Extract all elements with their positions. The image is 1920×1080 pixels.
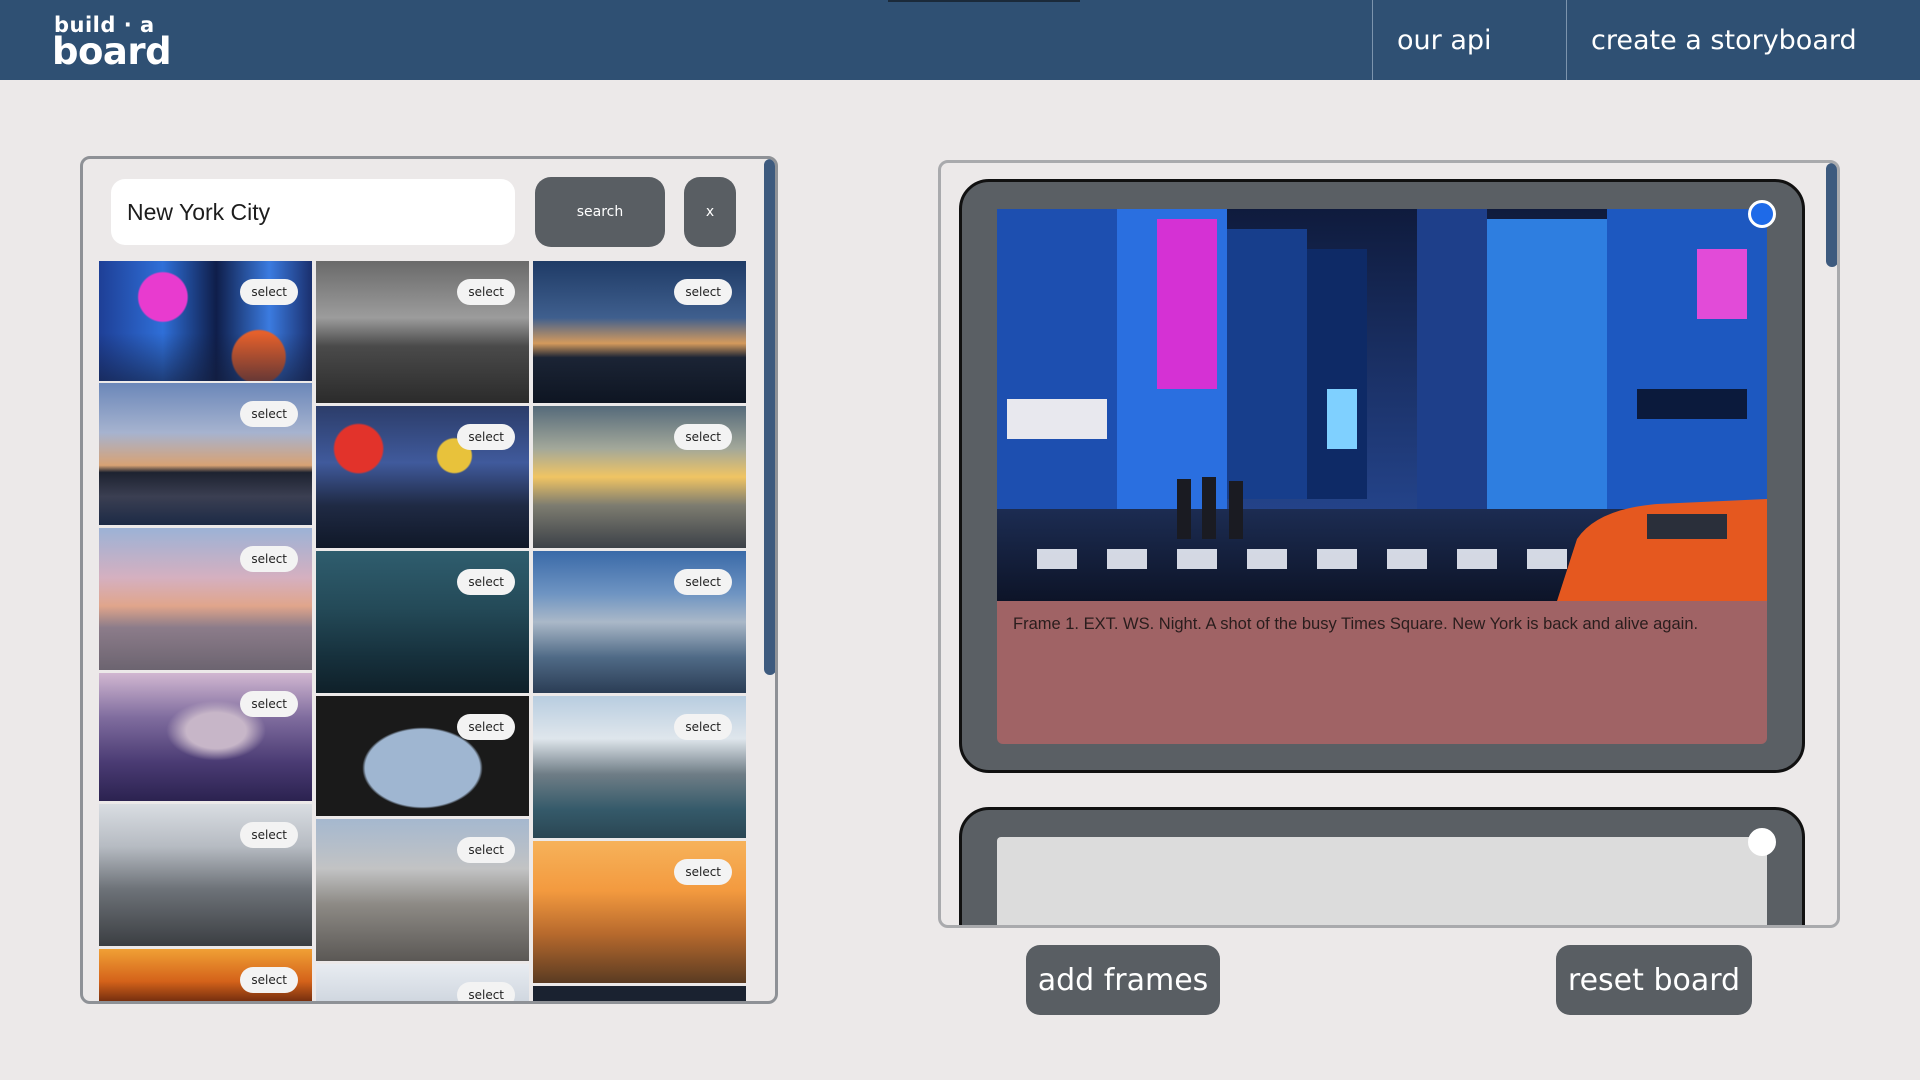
select-button[interactable]: select xyxy=(457,279,515,305)
result-thumbnail[interactable]: select xyxy=(99,804,312,946)
times-square-frame-photo-art xyxy=(997,209,1767,601)
search-input[interactable] xyxy=(111,179,515,245)
results-grid: select select select select select selec… xyxy=(99,261,747,1001)
nav-accent-line xyxy=(888,0,1080,2)
result-thumbnail[interactable] xyxy=(533,986,746,1001)
storyboard-panel: Frame 1. EXT. WS. Night. A shot of the b… xyxy=(938,160,1840,928)
storyboard-frame xyxy=(959,807,1805,925)
select-button[interactable]: select xyxy=(240,967,298,993)
storyboard-scrollbar[interactable] xyxy=(1826,163,1837,267)
select-button[interactable]: select xyxy=(457,982,515,1001)
result-thumbnail[interactable]: select xyxy=(99,383,312,525)
frame-select-radio[interactable] xyxy=(1748,828,1776,856)
dark-photo xyxy=(533,986,746,1001)
select-button[interactable]: select xyxy=(457,837,515,863)
nav-create-storyboard[interactable]: create a storyboard xyxy=(1566,0,1920,80)
select-button[interactable]: select xyxy=(240,279,298,305)
result-thumbnail[interactable]: select xyxy=(316,406,529,548)
frame-caption[interactable]: Frame 1. EXT. WS. Night. A shot of the b… xyxy=(997,601,1767,744)
search-button[interactable]: search xyxy=(535,177,665,247)
select-button[interactable]: select xyxy=(240,401,298,427)
nav-our-api[interactable]: our api xyxy=(1372,0,1567,80)
logo-line2: board xyxy=(52,30,172,73)
frame-select-radio[interactable] xyxy=(1748,200,1776,228)
result-thumbnail[interactable]: select xyxy=(99,528,312,670)
result-thumbnail[interactable]: select xyxy=(316,551,529,693)
result-thumbnail[interactable]: select xyxy=(533,406,746,548)
result-thumbnail[interactable]: select xyxy=(533,261,746,403)
result-thumbnail[interactable]: select xyxy=(99,949,312,1001)
result-thumbnail[interactable]: select xyxy=(316,696,529,816)
result-thumbnail[interactable]: select xyxy=(533,551,746,693)
select-button[interactable]: select xyxy=(457,714,515,740)
top-navbar: build · a board our api create a storybo… xyxy=(0,0,1920,80)
select-button[interactable]: select xyxy=(457,569,515,595)
add-frames-button[interactable]: add frames xyxy=(1026,945,1220,1015)
select-button[interactable]: select xyxy=(674,424,732,450)
storyboard-frame: Frame 1. EXT. WS. Night. A shot of the b… xyxy=(959,179,1805,773)
select-button[interactable]: select xyxy=(240,822,298,848)
select-button[interactable]: select xyxy=(240,691,298,717)
select-button[interactable]: select xyxy=(457,424,515,450)
results-scrollbar[interactable] xyxy=(764,159,775,675)
select-button[interactable]: select xyxy=(674,569,732,595)
times-square-frame-photo[interactable] xyxy=(997,209,1767,601)
select-button[interactable]: select xyxy=(240,546,298,572)
reset-board-button[interactable]: reset board xyxy=(1556,945,1752,1015)
result-thumbnail[interactable]: select xyxy=(316,819,529,961)
select-button[interactable]: select xyxy=(674,714,732,740)
result-thumbnail[interactable]: select xyxy=(316,261,529,403)
result-thumbnail[interactable]: select xyxy=(533,841,746,983)
clear-search-button[interactable]: x xyxy=(684,177,736,247)
image-search-panel: search x select select select select xyxy=(80,156,778,1004)
result-thumbnail[interactable]: select xyxy=(99,673,312,801)
empty-frame-image[interactable] xyxy=(997,837,1767,925)
select-button[interactable]: select xyxy=(674,859,732,885)
select-button[interactable]: select xyxy=(674,279,732,305)
result-thumbnail[interactable]: select xyxy=(316,964,529,1001)
logo[interactable]: build · a board xyxy=(52,14,172,72)
result-thumbnail[interactable]: select xyxy=(533,696,746,838)
result-thumbnail[interactable]: select xyxy=(99,261,312,381)
